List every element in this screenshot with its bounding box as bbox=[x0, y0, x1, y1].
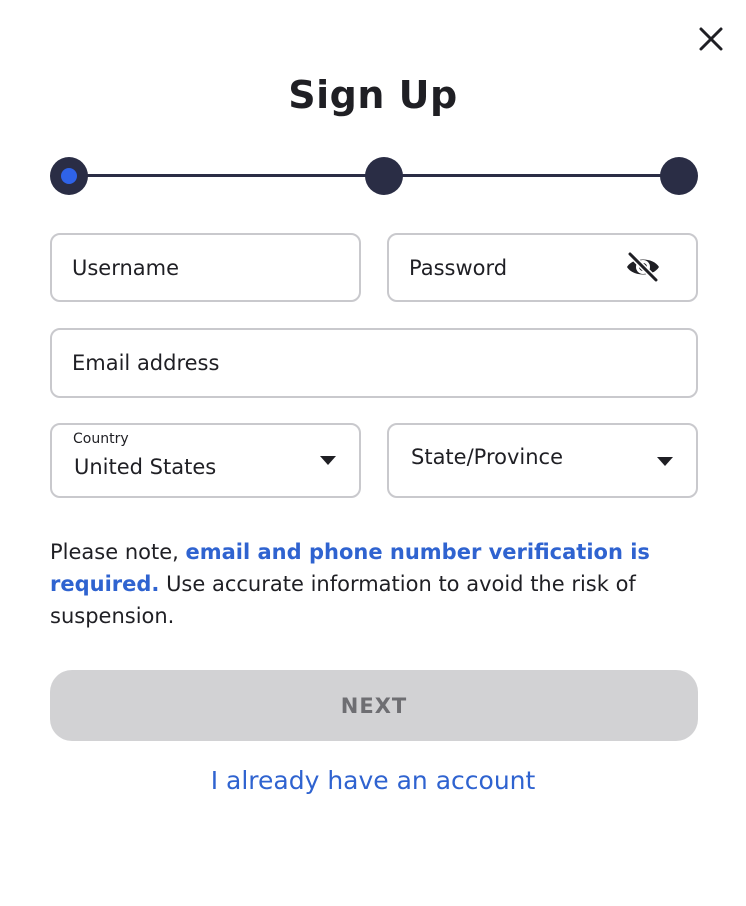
country-select[interactable]: Country United States bbox=[50, 423, 361, 498]
chevron-down-icon bbox=[320, 456, 336, 465]
country-value: United States bbox=[74, 455, 217, 479]
next-button[interactable]: NEXT bbox=[50, 670, 698, 741]
close-icon bbox=[699, 27, 723, 51]
password-input[interactable] bbox=[409, 235, 609, 300]
step-2-dot bbox=[365, 157, 403, 195]
stepper-line-2 bbox=[384, 174, 679, 177]
username-field[interactable] bbox=[50, 233, 361, 302]
chevron-down-icon bbox=[657, 457, 673, 466]
username-input[interactable] bbox=[72, 235, 342, 300]
email-input[interactable] bbox=[72, 330, 672, 396]
verification-note: Please note, email and phone number veri… bbox=[50, 536, 700, 632]
dialog-title: Sign Up bbox=[288, 73, 458, 117]
state-placeholder: State/Province bbox=[411, 445, 564, 469]
state-select[interactable]: State/Province bbox=[387, 423, 698, 498]
step-1-dot bbox=[50, 157, 88, 195]
already-have-account-link[interactable]: I already have an account bbox=[0, 766, 746, 795]
country-label: Country bbox=[73, 431, 129, 447]
progress-stepper bbox=[50, 156, 698, 196]
password-field[interactable] bbox=[387, 233, 698, 302]
close-button[interactable] bbox=[694, 22, 728, 56]
stepper-line-1 bbox=[69, 174, 384, 177]
step-3-dot bbox=[660, 157, 698, 195]
eye-slash-icon[interactable] bbox=[625, 251, 661, 283]
note-prefix: Please note, bbox=[50, 540, 186, 564]
email-field[interactable] bbox=[50, 328, 698, 398]
